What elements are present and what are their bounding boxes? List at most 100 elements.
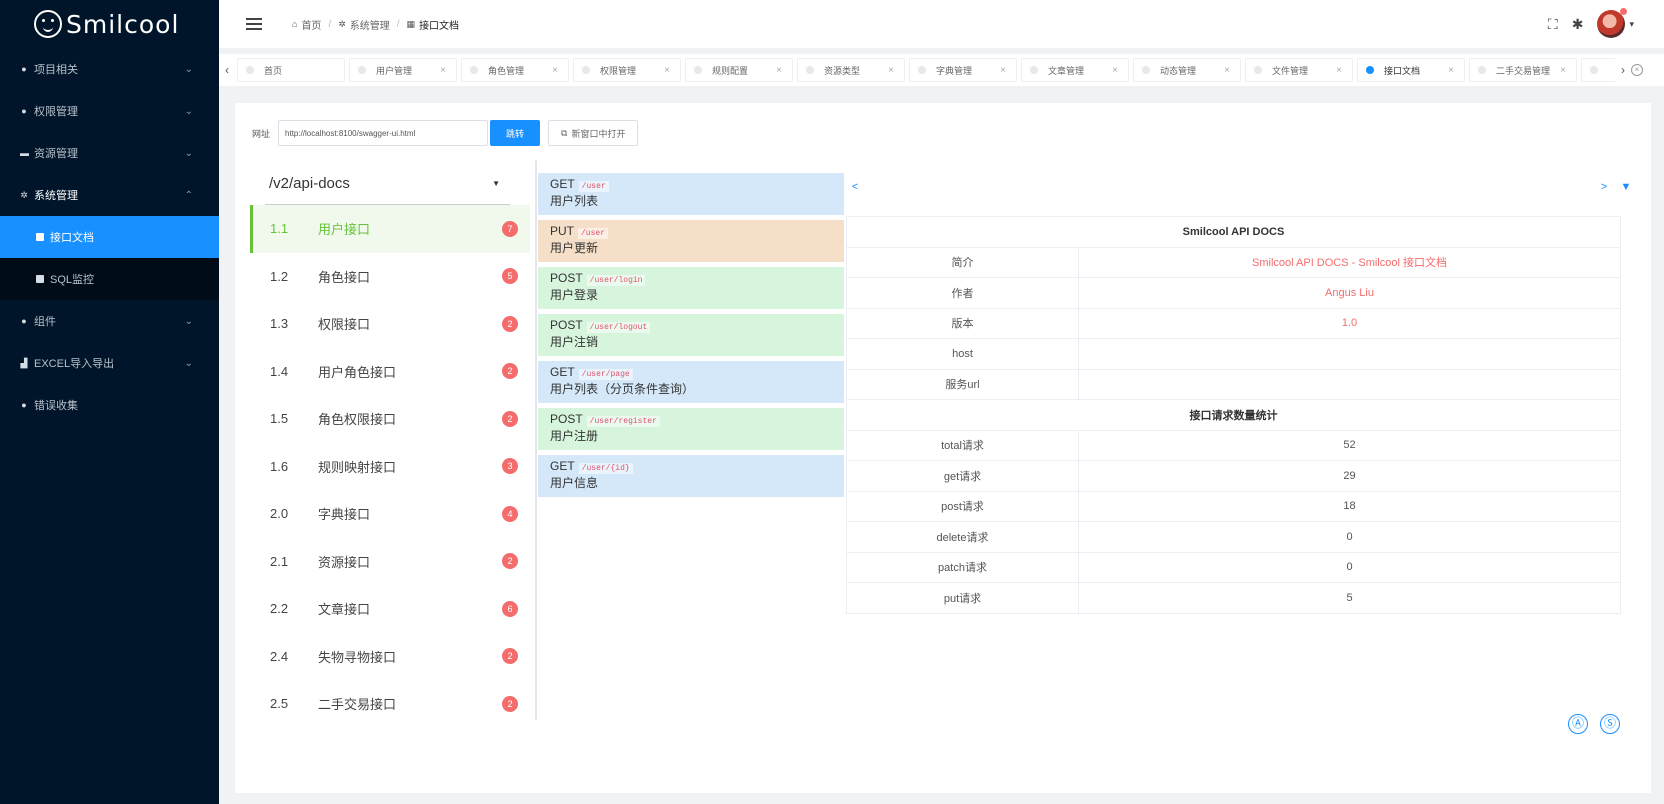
doc-info-value [1078, 338, 1621, 370]
api-group-item[interactable]: 2.5 二手交易接口 2 [250, 680, 530, 728]
tab-label: 二手交易管理 [1496, 65, 1551, 76]
api-group-item[interactable]: 1.4 用户角色接口 2 [250, 348, 530, 396]
doc-icon [36, 233, 44, 241]
api-doc-table: Smilcool API DOCS 简介 Smilcool API DOCS - S… [846, 216, 1621, 614]
url-input[interactable] [278, 120, 489, 146]
chevron-down-icon: ⌄ [184, 357, 193, 369]
doc-prev-button[interactable]: < [845, 173, 865, 201]
doc-info-value: 1.0 [1078, 307, 1621, 339]
endpoint-path: /user/page [578, 369, 633, 380]
breadcrumb-system[interactable]: 系统管理 [350, 17, 390, 32]
tab-close-icon[interactable]: × [1224, 65, 1230, 76]
api-group-item[interactable]: 2.4 失物寻物接口 2 [250, 633, 530, 681]
tab-close-icon[interactable]: × [664, 65, 670, 76]
tab[interactable]: 动态管理 × [1133, 58, 1241, 82]
tab-close-icon[interactable]: × [1560, 65, 1566, 76]
tab[interactable]: 首页 [237, 58, 345, 82]
tab[interactable]: 文件管理 × [1245, 58, 1353, 82]
tab[interactable]: 接口文档 × [1357, 58, 1465, 82]
tab-close-icon[interactable]: × [1000, 65, 1006, 76]
list-divider [535, 160, 537, 720]
doc-more-button[interactable]: ▼ [1617, 173, 1635, 201]
tab[interactable]: 权限管理 × [573, 58, 681, 82]
sidebar-item[interactable]: ● 组件 ⌄ [0, 300, 219, 342]
tab[interactable] [1581, 58, 1615, 82]
endpoint-method: PUT [550, 224, 574, 238]
endpoint-item[interactable]: GET/user 用户列表 [538, 173, 844, 215]
tab-close-icon[interactable]: × [776, 65, 782, 76]
api-group-item[interactable]: 1.2 角色接口 5 [250, 253, 530, 301]
fullscreen-icon[interactable]: ⛶ [1548, 16, 1558, 33]
sidebar-subitem[interactable]: SQL监控 [0, 258, 219, 300]
chevron-down-icon[interactable]: ▾ [1629, 19, 1634, 30]
endpoint-item[interactable]: POST/user/register 用户注册 [538, 408, 844, 450]
sidebar-subitem-label: SQL监控 [50, 274, 95, 286]
sidebar-item[interactable]: ▬ 资源管理 ⌄ [0, 132, 219, 174]
api-count-badge: 2 [502, 695, 518, 712]
tab[interactable]: 文章管理 × [1021, 58, 1129, 82]
tab[interactable]: 角色管理 × [461, 58, 569, 82]
api-group-name: 权限接口 [318, 317, 371, 333]
open-new-window-button[interactable]: ⧉ 新窗口中打开 [548, 120, 639, 146]
tab-close-icon[interactable]: × [1112, 65, 1118, 76]
sidebar-item[interactable]: ▟ EXCEL导入导出 ⌄ [0, 342, 219, 384]
api-group-item[interactable]: 1.1 用户接口 7 [250, 205, 530, 253]
endpoint-item[interactable]: POST/user/logout 用户注销 [538, 314, 844, 356]
tab[interactable]: 字典管理 × [909, 58, 1017, 82]
a-circle-icon[interactable]: Ⓐ [1568, 714, 1588, 734]
tab-close-icon[interactable]: × [1336, 65, 1342, 76]
endpoint-item[interactable]: PUT/user 用户更新 [538, 220, 844, 262]
avatar[interactable] [1597, 8, 1628, 38]
dot-icon: ● [21, 64, 27, 74]
endpoint-item[interactable]: GET/user/page 用户列表（分页条件查询） [538, 361, 844, 403]
api-count-badge: 2 [502, 363, 518, 380]
tab[interactable]: 用户管理 × [349, 58, 457, 82]
sidebar-item[interactable]: ● 权限管理 ⌄ [0, 90, 219, 132]
s-circle-icon[interactable]: Ⓢ [1600, 714, 1620, 734]
sidebar-subitem[interactable]: 接口文档 [0, 216, 219, 258]
sidebar-item[interactable]: ✲ 系统管理 ⌃ [0, 174, 219, 216]
tab[interactable]: 规则配置 × [685, 58, 793, 82]
tab-close-icon[interactable]: × [888, 65, 894, 76]
sidebar-item[interactable]: ● 错误收集 [0, 384, 219, 426]
dot-icon: ● [21, 106, 27, 116]
chart-icon: ▟ [20, 358, 28, 368]
api-count-badge: 3 [502, 458, 518, 475]
tab-close-icon[interactable]: × [1448, 65, 1454, 76]
tab-dot-icon [806, 66, 814, 74]
api-count-badge: 2 [502, 648, 518, 665]
tab-close-icon[interactable]: × [440, 65, 446, 76]
api-group-item[interactable]: 2.2 文章接口 6 [250, 585, 530, 633]
logo[interactable]: Smilcool [0, 0, 219, 48]
tabs-bar: ‹ 首页 用户管理 × 角色管理 × 权限管理 × 规则配置 × 资源类型 × 字典管理 × 文章管理 × 动… [219, 54, 1664, 86]
tab[interactable]: 二手交易管理 × [1469, 58, 1577, 82]
api-group-number: 1.1 [270, 221, 289, 237]
menu-toggle-icon[interactable] [246, 15, 262, 33]
bug-icon[interactable]: ✱ [1572, 16, 1584, 33]
endpoint-method: GET [550, 459, 575, 473]
api-group-item[interactable]: 1.6 规则映射接口 3 [250, 443, 530, 491]
tab-close-icon[interactable]: × [552, 65, 558, 76]
gear-icon: ✲ [338, 18, 346, 29]
tab-dot-icon [470, 66, 478, 74]
sidebar-item[interactable]: ● 项目相关 ⌄ [0, 48, 219, 90]
api-group-item[interactable]: 2.1 资源接口 2 [250, 538, 530, 586]
endpoint-item[interactable]: POST/user/login 用户登录 [538, 267, 844, 309]
api-spec-select[interactable]: /v2/api-docs ▼ [265, 163, 510, 205]
tabs-scroll-right-icon[interactable]: › [1621, 63, 1625, 77]
doc-next-button[interactable]: > [1595, 173, 1613, 201]
api-group-item[interactable]: 1.3 权限接口 2 [250, 300, 530, 348]
tab[interactable]: 资源类型 × [797, 58, 905, 82]
stats-key: put请求 [846, 582, 1079, 614]
api-group-item[interactable]: 2.0 字典接口 4 [250, 490, 530, 538]
api-group-name: 用户角色接口 [318, 364, 397, 380]
goto-button[interactable]: 跳转 [490, 120, 541, 146]
floating-actions: Ⓐ Ⓢ [1568, 714, 1620, 734]
breadcrumb-home[interactable]: 首页 [301, 17, 321, 32]
tabs-scroll-left-icon[interactable]: ‹ [219, 54, 235, 86]
chevron-up-icon: ⌃ [184, 189, 193, 201]
api-group-name: 文章接口 [318, 602, 371, 618]
endpoint-item[interactable]: GET/user/{id} 用户信息 [538, 455, 844, 497]
tabs-close-all-icon[interactable]: × [1631, 64, 1643, 76]
api-group-item[interactable]: 1.5 角色权限接口 2 [250, 395, 530, 443]
